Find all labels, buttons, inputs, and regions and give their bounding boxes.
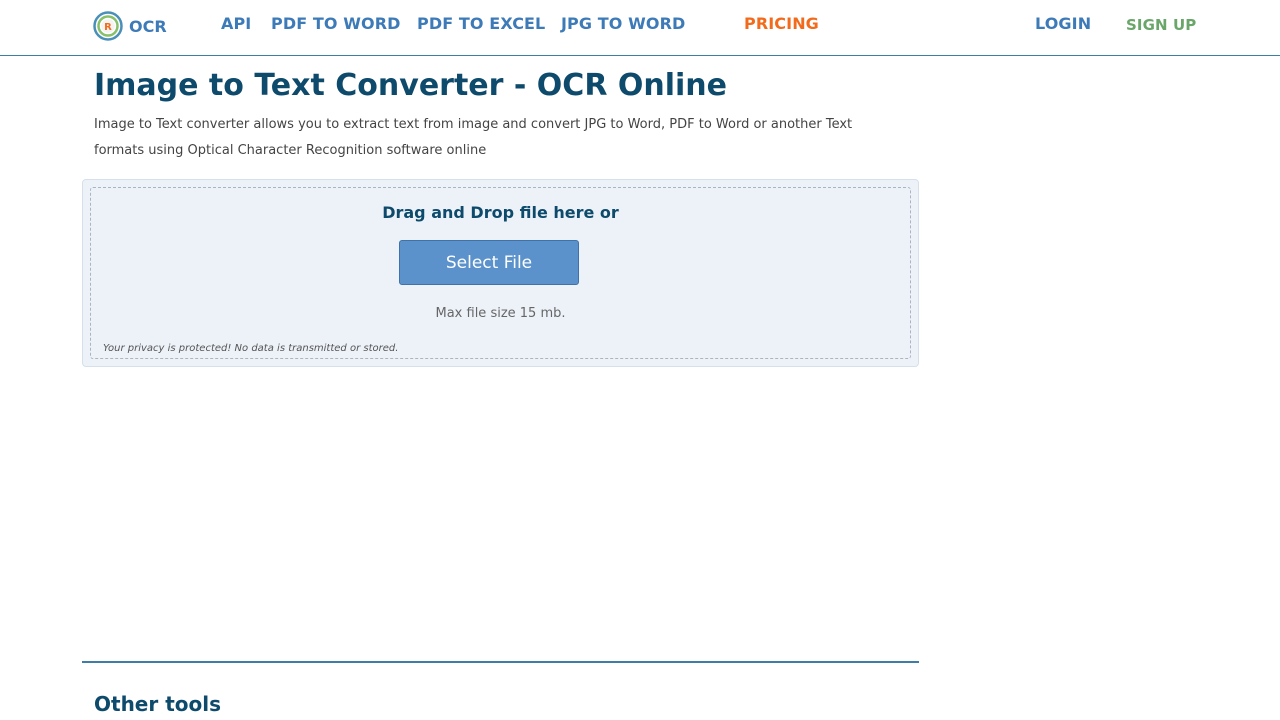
page-description: Image to Text converter allows you to ex… bbox=[94, 117, 853, 158]
ocr-logo-icon: R bbox=[93, 11, 123, 41]
login-link[interactable]: LOGIN bbox=[1035, 14, 1091, 33]
drop-zone[interactable]: Drag and Drop file here or Select File M… bbox=[90, 187, 911, 359]
svg-text:R: R bbox=[104, 22, 112, 33]
privacy-note: Your privacy is protected! No data is tr… bbox=[103, 343, 399, 354]
page-title: Image to Text Converter - OCR Online bbox=[94, 68, 727, 103]
upload-panel: Drag and Drop file here or Select File M… bbox=[82, 179, 919, 367]
nav-link-api[interactable]: API bbox=[221, 14, 251, 33]
max-file-size-text: Max file size 15 mb. bbox=[435, 306, 566, 321]
top-navigation-bar: R OCR API PDF TO WORD PDF TO EXCEL JPG T… bbox=[0, 0, 1280, 56]
other-tools-heading: Other tools bbox=[94, 692, 221, 716]
drop-label: Drag and Drop file here or bbox=[382, 203, 619, 222]
nav-link-jpg-to-word[interactable]: JPG TO WORD bbox=[561, 14, 685, 33]
signup-link[interactable]: SIGN UP bbox=[1126, 16, 1196, 34]
logo-link[interactable]: R OCR bbox=[93, 11, 167, 41]
select-file-button[interactable]: Select File bbox=[399, 240, 579, 285]
nav-link-pricing[interactable]: PRICING bbox=[744, 14, 819, 33]
logo-text: OCR bbox=[129, 16, 167, 36]
section-divider bbox=[82, 661, 919, 663]
nav-link-pdf-to-word[interactable]: PDF TO WORD bbox=[271, 14, 401, 33]
nav-link-pdf-to-excel[interactable]: PDF TO EXCEL bbox=[417, 14, 545, 33]
